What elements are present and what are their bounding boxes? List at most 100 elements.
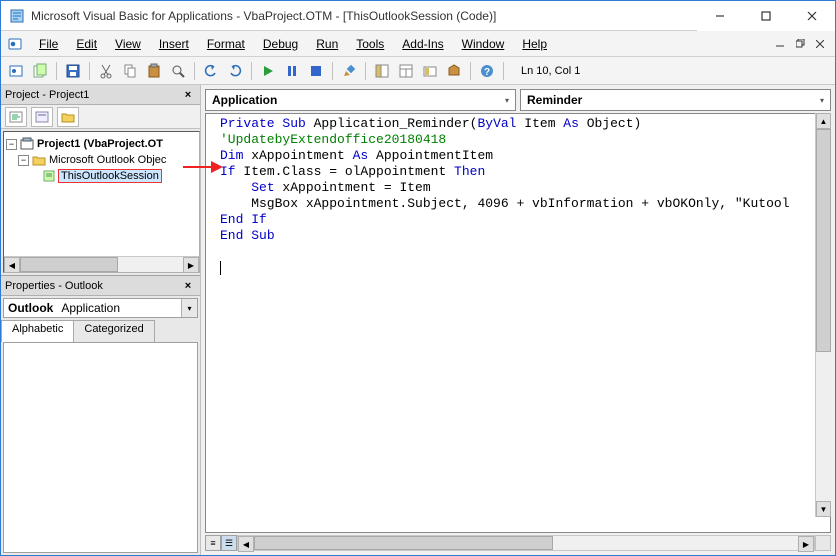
tree-folder-label: Microsoft Outlook Objec	[49, 154, 166, 166]
menu-window[interactable]: Window	[454, 34, 513, 54]
scroll-left-button[interactable]: ◀	[4, 257, 20, 273]
object-selector[interactable]: Application ▾	[205, 89, 516, 111]
cut-button[interactable]	[95, 60, 117, 82]
code-hscrollbar[interactable]: ◀ ▶	[237, 535, 815, 551]
tree-item-label: ThisOutlookSession	[59, 170, 161, 182]
project-tree[interactable]: − Project1 (VbaProject.OT − Microsoft Ou…	[3, 131, 200, 273]
view-outlook-button[interactable]	[5, 60, 27, 82]
text-caret	[220, 261, 221, 275]
properties-object-selector[interactable]: Outlook Application ▾	[3, 298, 198, 318]
separator	[470, 62, 471, 80]
properties-object-type: Application	[57, 299, 181, 317]
mdi-restore-button[interactable]	[791, 36, 809, 52]
undo-button[interactable]	[200, 60, 222, 82]
properties-grid[interactable]	[3, 342, 198, 553]
hscroll-thumb[interactable]	[20, 257, 118, 272]
toolbox-button[interactable]	[443, 60, 465, 82]
reset-button[interactable]	[305, 60, 327, 82]
mdi-close-button[interactable]	[811, 36, 829, 52]
procedure-selector[interactable]: Reminder ▾	[520, 89, 831, 111]
tab-categorized[interactable]: Categorized	[73, 320, 154, 342]
properties-object-name: Outlook	[4, 299, 57, 317]
tree-folder[interactable]: − Microsoft Outlook Objec	[6, 152, 197, 168]
properties-window-button[interactable]	[395, 60, 417, 82]
chevron-down-icon[interactable]: ▾	[181, 299, 197, 317]
menu-file[interactable]: File	[31, 34, 66, 54]
find-button[interactable]	[167, 60, 189, 82]
menu-insert[interactable]: Insert	[151, 34, 197, 54]
mdi-minimize-button[interactable]	[771, 36, 789, 52]
tree-root[interactable]: − Project1 (VbaProject.OT	[6, 136, 197, 152]
full-module-view-button[interactable]: ☰	[221, 535, 237, 551]
properties-pane-title: Properties - Outlook ×	[1, 276, 200, 296]
separator	[56, 62, 57, 80]
help-button[interactable]: ?	[476, 60, 498, 82]
separator	[194, 62, 195, 80]
minimize-button[interactable]	[697, 1, 743, 31]
svg-text:?: ?	[484, 67, 490, 78]
break-button[interactable]	[281, 60, 303, 82]
project-explorer-button[interactable]	[371, 60, 393, 82]
project-pane-title-text: Project - Project1	[5, 89, 89, 101]
save-button[interactable]	[62, 60, 84, 82]
run-button[interactable]	[257, 60, 279, 82]
outlook-icon	[7, 36, 23, 52]
cursor-position: Ln 10, Col 1	[515, 61, 635, 81]
scroll-up-button[interactable]: ▲	[816, 113, 831, 129]
annotation-arrow-icon	[183, 159, 223, 175]
object-browser-button[interactable]	[419, 60, 441, 82]
toolbar: ? Ln 10, Col 1	[1, 57, 835, 85]
copy-button[interactable]	[119, 60, 141, 82]
maximize-button[interactable]	[743, 1, 789, 31]
properties-close-button[interactable]: ×	[180, 278, 196, 294]
scroll-left-button[interactable]: ◀	[238, 536, 254, 552]
project-icon	[20, 137, 34, 151]
view-code-button[interactable]	[5, 107, 27, 127]
app-icon	[9, 8, 25, 24]
titlebar: Microsoft Visual Basic for Applications …	[1, 1, 835, 31]
chevron-down-icon[interactable]: ▾	[820, 96, 824, 105]
redo-button[interactable]	[224, 60, 246, 82]
collapse-icon[interactable]: −	[18, 155, 29, 166]
chevron-down-icon[interactable]: ▾	[505, 96, 509, 105]
toggle-folders-button[interactable]	[57, 107, 79, 127]
vscroll-thumb[interactable]	[816, 129, 831, 352]
tab-alphabetic[interactable]: Alphabetic	[1, 320, 74, 342]
menu-addins[interactable]: Add-Ins	[394, 34, 451, 54]
tree-item-thisoutlooksession[interactable]: ThisOutlookSession	[6, 168, 197, 184]
procedure-selector-value: Reminder	[527, 93, 582, 107]
scroll-right-button[interactable]: ▶	[183, 257, 199, 273]
project-pane-title: Project - Project1 ×	[1, 85, 200, 105]
design-mode-button[interactable]	[338, 60, 360, 82]
module-icon	[42, 169, 56, 183]
menu-view[interactable]: View	[107, 34, 149, 54]
menu-run[interactable]: Run	[308, 34, 346, 54]
scroll-right-button[interactable]: ▶	[798, 536, 814, 552]
code-vscrollbar[interactable]: ▲ ▼	[815, 113, 831, 517]
menu-edit[interactable]: Edit	[68, 34, 105, 54]
scroll-down-button[interactable]: ▼	[816, 501, 831, 517]
menu-format[interactable]: Format	[199, 34, 253, 54]
project-pane-close-button[interactable]: ×	[180, 87, 196, 103]
insert-module-button[interactable]	[29, 60, 51, 82]
project-hscrollbar[interactable]: ◀ ▶	[4, 256, 199, 272]
close-button[interactable]	[789, 1, 835, 31]
menu-tools[interactable]: Tools	[348, 34, 392, 54]
separator	[365, 62, 366, 80]
menu-debug[interactable]: Debug	[255, 34, 306, 54]
folder-icon	[32, 153, 46, 167]
menubar: File Edit View Insert Format Debug Run T…	[1, 31, 835, 57]
code-editor[interactable]: Private Sub Application_Reminder(ByVal I…	[205, 113, 831, 533]
procedure-view-button[interactable]: ≡	[205, 535, 221, 551]
project-pane-toolbar	[1, 105, 200, 129]
scroll-corner	[815, 535, 831, 551]
separator	[332, 62, 333, 80]
separator	[251, 62, 252, 80]
tree-root-label: Project1 (VbaProject.OT	[37, 138, 163, 150]
menu-help[interactable]: Help	[514, 34, 555, 54]
separator	[89, 62, 90, 80]
paste-button[interactable]	[143, 60, 165, 82]
collapse-icon[interactable]: −	[6, 139, 17, 150]
view-object-button[interactable]	[31, 107, 53, 127]
hscroll-thumb[interactable]	[254, 536, 553, 550]
